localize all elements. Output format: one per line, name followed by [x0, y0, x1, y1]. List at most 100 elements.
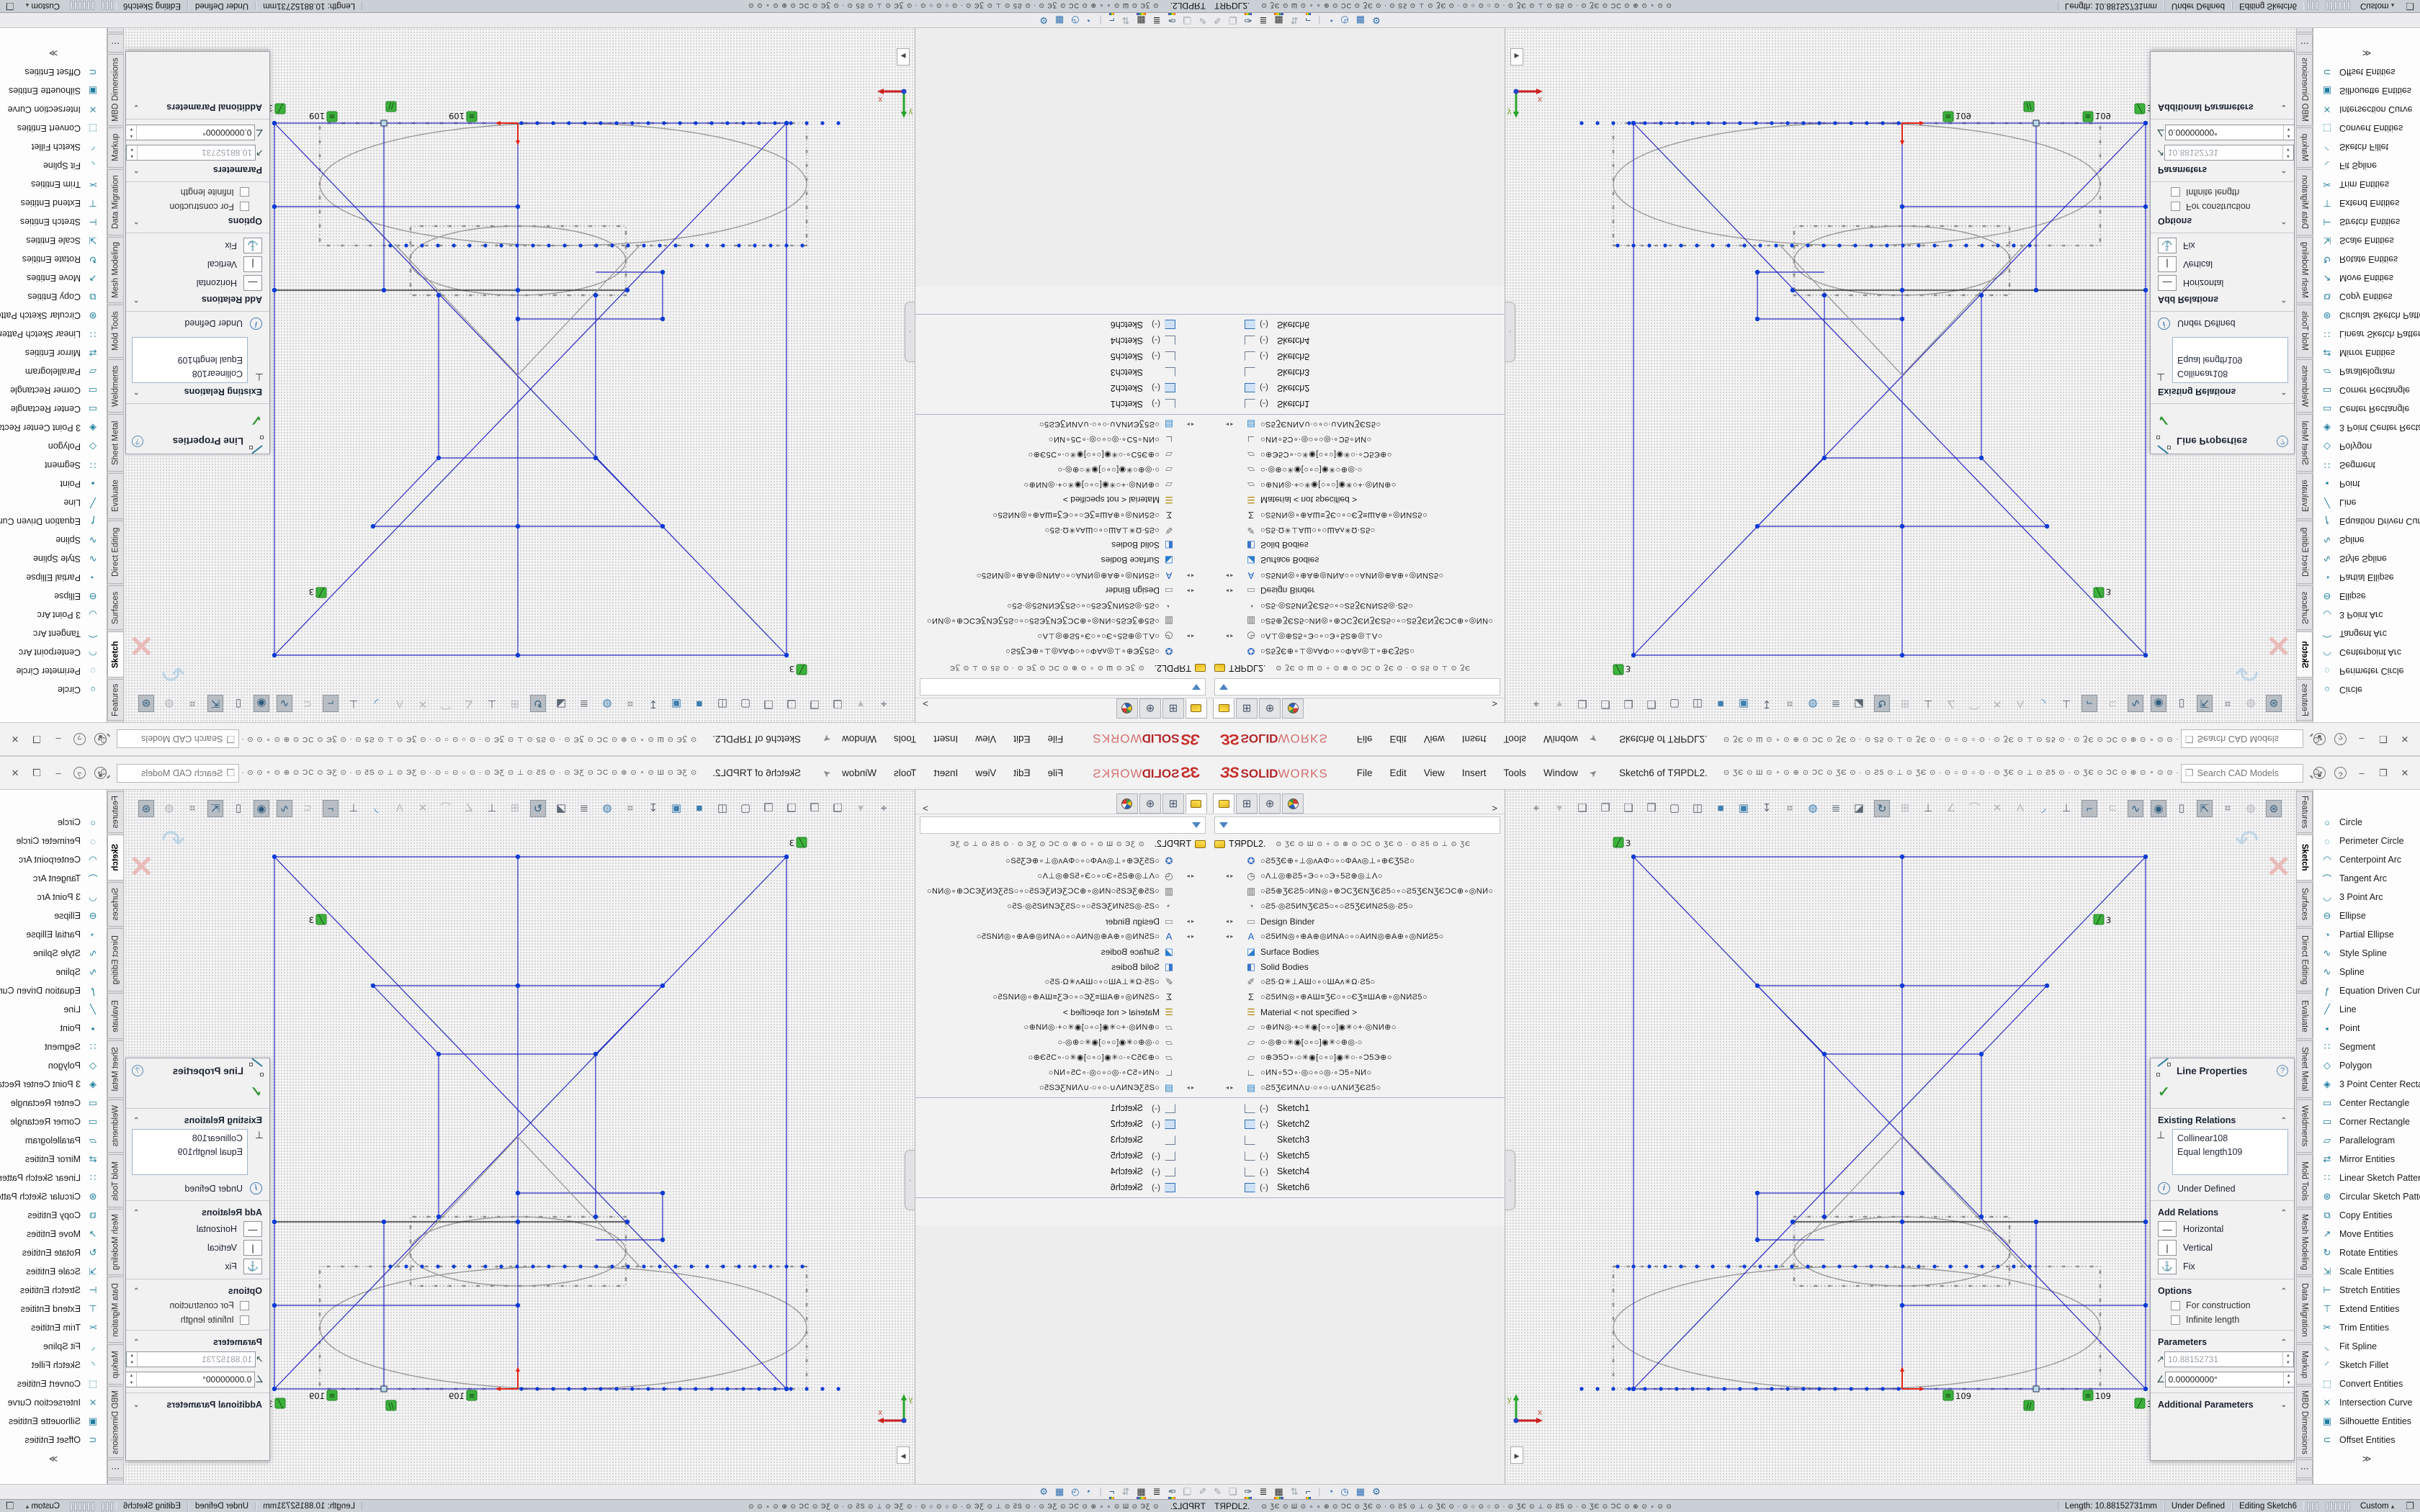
- tree-filter-box[interactable]: [1214, 678, 1500, 696]
- bottom-tool-icon[interactable]: ▦: [1055, 1485, 1064, 1498]
- bottom-tool-icon[interactable]: |: [1318, 14, 1320, 27]
- tree-row[interactable]: ◂ ▸ ▭ Design Binder: [1210, 583, 1505, 598]
- menu-item[interactable]: Window: [1535, 763, 1587, 783]
- spinner[interactable]: ▲▼: [2283, 125, 2294, 140]
- help-icon[interactable]: ?: [2277, 1065, 2288, 1076]
- section-options[interactable]: Options ⌃: [126, 214, 269, 230]
- menu-item[interactable]: Edit: [1381, 763, 1415, 783]
- commandmanager-tab[interactable]: Features: [2297, 791, 2313, 833]
- tab-overflow-chevron[interactable]: >: [1492, 698, 1497, 709]
- tree-row[interactable]: ✐ ○Ƨ5∙Ω✳⊥АШ○∘○ШАʌ✳Ω∙Ƨ5○: [915, 974, 1210, 989]
- parameter-input[interactable]: [137, 125, 254, 140]
- tree-row-sketch[interactable]: (-) Sketch2: [1210, 380, 1505, 396]
- pin-icon[interactable]: ➤: [1587, 732, 1600, 746]
- commandmanager-tab[interactable]: Sketch: [2297, 631, 2313, 678]
- flyout-menu-item[interactable]: ∷ Segment: [0, 1038, 107, 1056]
- status-cube-icon[interactable]: ❒: [6, 0, 14, 12]
- commandmanager-tab[interactable]: Evaluate: [2297, 473, 2313, 519]
- bottom-tool-icon[interactable]: ◔: [1328, 1485, 1334, 1498]
- parameter-input[interactable]: [2165, 1352, 2282, 1367]
- flyout-menu-item[interactable]: ∷ Linear Sketch Pattern: [2313, 325, 2420, 343]
- section-add-relations[interactable]: Add Relations ⌃: [2151, 292, 2294, 308]
- commandmanager-tab[interactable]: MBD Dimensions: [2297, 54, 2313, 126]
- tree-row[interactable]: ▥ ○Ƨ5⊕ƷЄƧ5○ИN◎∘⊕ƆCƷЄNƷЄƧ5○∘○Ƨ5ƷЄNƷЄƆC⊕∘◎…: [1210, 613, 1505, 629]
- relations-listbox[interactable]: Collinear108 Equal length109: [2172, 337, 2288, 383]
- bottom-tool-icon[interactable]: ❏: [1229, 14, 1237, 27]
- bottom-tool-icon[interactable]: ❏: [1229, 1485, 1237, 1498]
- tree-row[interactable]: ∟ ○ИN∘5Ɔ∘∙◎○∘○◎∙∘Ɔ5∘NИ○: [1210, 432, 1505, 447]
- panel-collapse-tab[interactable]: ◦: [1505, 1150, 1515, 1210]
- flyout-menu-item[interactable]: ▭ Center Rectangle: [0, 400, 107, 418]
- flyout-menu-item[interactable]: ∿ Spline: [2313, 963, 2420, 981]
- flyout-menu-item[interactable]: ▣ Silhouette Entities: [2313, 1412, 2420, 1431]
- bottom-tool-icon[interactable]: ◔: [1087, 14, 1093, 27]
- tree-row[interactable]: Σ ○Ƨ5ИN◎∘⊕АШ≡ƷЄ○∘○ЄƷ≡ШΑ⊕∘◎NИƧ5○: [915, 508, 1210, 523]
- flyout-menu-item[interactable]: ◌ Perimeter Circle: [2313, 832, 2420, 850]
- spinner[interactable]: ▲▼: [127, 1352, 138, 1367]
- relation-button[interactable]: ⚓: [2158, 238, 2177, 253]
- bottom-tool-icon[interactable]: ⇅: [1291, 14, 1299, 27]
- commandmanager-tab[interactable]: Markup: [2297, 127, 2313, 168]
- tab-propertymanager[interactable]: ⊞: [1162, 793, 1184, 814]
- bottom-tool-icon[interactable]: ⌐: [1109, 14, 1115, 27]
- flyout-menu-item[interactable]: ▭ Corner Rectangle: [2313, 381, 2420, 400]
- tree-row[interactable]: Σ ○Ƨ5ИN◎∘⊕АШ≡ƷЄ○∘○ЄƷ≡ШΑ⊕∘◎NИƧ5○: [915, 989, 1210, 1004]
- panel-collapse-tab[interactable]: ◦: [905, 302, 915, 362]
- flyout-menu-item[interactable]: ◟ Fit Spline: [0, 156, 107, 175]
- bottom-tool-icon[interactable]: ▦: [1356, 14, 1365, 27]
- bottom-tool-icon[interactable]: ▦: [1137, 1485, 1145, 1498]
- spinner[interactable]: ▲▼: [126, 1372, 137, 1387]
- minimize-button[interactable]: –: [48, 765, 69, 781]
- tree-row-sketch[interactable]: (-) Sketch4: [915, 1164, 1210, 1179]
- flyout-menu-item[interactable]: ⧉ Copy Entities: [2313, 287, 2420, 306]
- flyout-menu-item[interactable]: ◡ 3 Point Arc: [2313, 888, 2420, 906]
- tab-displaymanager[interactable]: [1116, 793, 1138, 814]
- section-parameters[interactable]: Parameters ⌃: [126, 163, 269, 179]
- flyout-menu-item[interactable]: ⇄ Mirror Entities: [0, 1150, 107, 1169]
- relation-button[interactable]: ⚓: [243, 238, 262, 253]
- tab-featuremanager[interactable]: [1186, 698, 1207, 719]
- restore-button[interactable]: ❐: [26, 731, 48, 748]
- help-icon[interactable]: ?: [2334, 767, 2347, 779]
- tree-row-sketch[interactable]: (-) Sketch5: [915, 348, 1210, 364]
- commandmanager-tab[interactable]: Markup: [2297, 1344, 2313, 1385]
- menu-item[interactable]: View: [967, 763, 1005, 783]
- tree-row[interactable]: ✪ ○Ƨ5ƷЄ⊕∘⊥◎ʌАΦ○∘○ΦАʌ◎⊥∘⊕ЄƷ5Ƨ○: [915, 853, 1210, 868]
- bottom-tool-icon[interactable]: ❏: [1183, 14, 1191, 27]
- relation-button[interactable]: |: [2158, 1240, 2177, 1256]
- menu-item[interactable]: Window: [833, 729, 885, 749]
- bottom-tool-icon[interactable]: ✑: [1245, 14, 1252, 27]
- bottom-tool-icon[interactable]: ◷: [1071, 14, 1079, 27]
- flyout-menu-item[interactable]: ⊢ Stretch Entities: [2313, 212, 2420, 231]
- bottom-tool-icon[interactable]: ✎: [1214, 14, 1222, 27]
- tree-filter-box[interactable]: [920, 678, 1206, 696]
- tree-row[interactable]: ◂ ▸ ◷ ○Λ⊥◎⊕Ƨ5∘Э○∘○Э∘5Ƨ⊕◎⊥Λ○: [915, 868, 1210, 883]
- flyout-menu-item[interactable]: ◠ Centerpoint Arc: [2313, 643, 2420, 662]
- spinner[interactable]: ▲▼: [127, 145, 138, 160]
- flyout-menu-item[interactable]: ∿ Style Spline: [2313, 944, 2420, 963]
- flyout-menu-item[interactable]: ▱ Parallelogram: [0, 1131, 107, 1150]
- bottom-tool-icon[interactable]: ⇅: [1121, 1485, 1129, 1498]
- commandmanager-tab[interactable]: ⋮: [2297, 34, 2313, 53]
- section-parameters[interactable]: Parameters ⌃: [2151, 163, 2294, 179]
- tree-row[interactable]: ✐ ○Ƨ5∙Ω✳⊥АШ○∘○ШАʌ✳Ω∙Ƨ5○: [1210, 974, 1505, 989]
- bottom-tool-icon[interactable]: ❏: [1183, 1485, 1191, 1498]
- tree-row[interactable]: ◧ Solid Bodies: [1210, 538, 1505, 553]
- commandmanager-tab[interactable]: Features: [2297, 679, 2313, 721]
- flyout-menu-item[interactable]: ◇ Polygon: [2313, 437, 2420, 456]
- flyout-menu-item[interactable]: ∿ Style Spline: [0, 944, 107, 963]
- tab-overflow-chevron[interactable]: >: [923, 698, 928, 709]
- tree-row-sketch[interactable]: (-) Sketch2: [915, 380, 1210, 396]
- tree-row[interactable]: ▱ ○⊕Э5Ɔ∘∙○✳◉[○∘○]◉✳○∙∘Ɔ5Э⊕○: [1210, 1050, 1505, 1065]
- tree-row-sketch[interactable]: (-) Sketch4: [1210, 333, 1505, 348]
- spinner[interactable]: ▲▼: [2282, 1352, 2293, 1367]
- flyout-menu-item[interactable]: ◜ Sketch Fillet: [2313, 138, 2420, 156]
- flyout-menu-item[interactable]: ⊤ Extend Entities: [2313, 194, 2420, 212]
- tree-row[interactable]: ◔ ○Ƨ5∙◎Ƨ5ИNƷЄƧ5○∘○Ƨ5ƷЄИNƧ5◎∙Ƨ5○: [1210, 899, 1505, 914]
- flyout-menu-item[interactable]: ⨯ Intersection Curve: [2313, 1393, 2420, 1412]
- commandmanager-tab[interactable]: Mold Tools: [107, 1154, 123, 1207]
- bottom-tool-icon[interactable]: ✎: [1198, 14, 1206, 27]
- flyout-menu-item[interactable]: ⊤ Extend Entities: [2313, 1300, 2420, 1318]
- tab-propertymanager[interactable]: ⊞: [1236, 793, 1258, 814]
- bottom-tool-icon[interactable]: ⌐: [1109, 1485, 1115, 1498]
